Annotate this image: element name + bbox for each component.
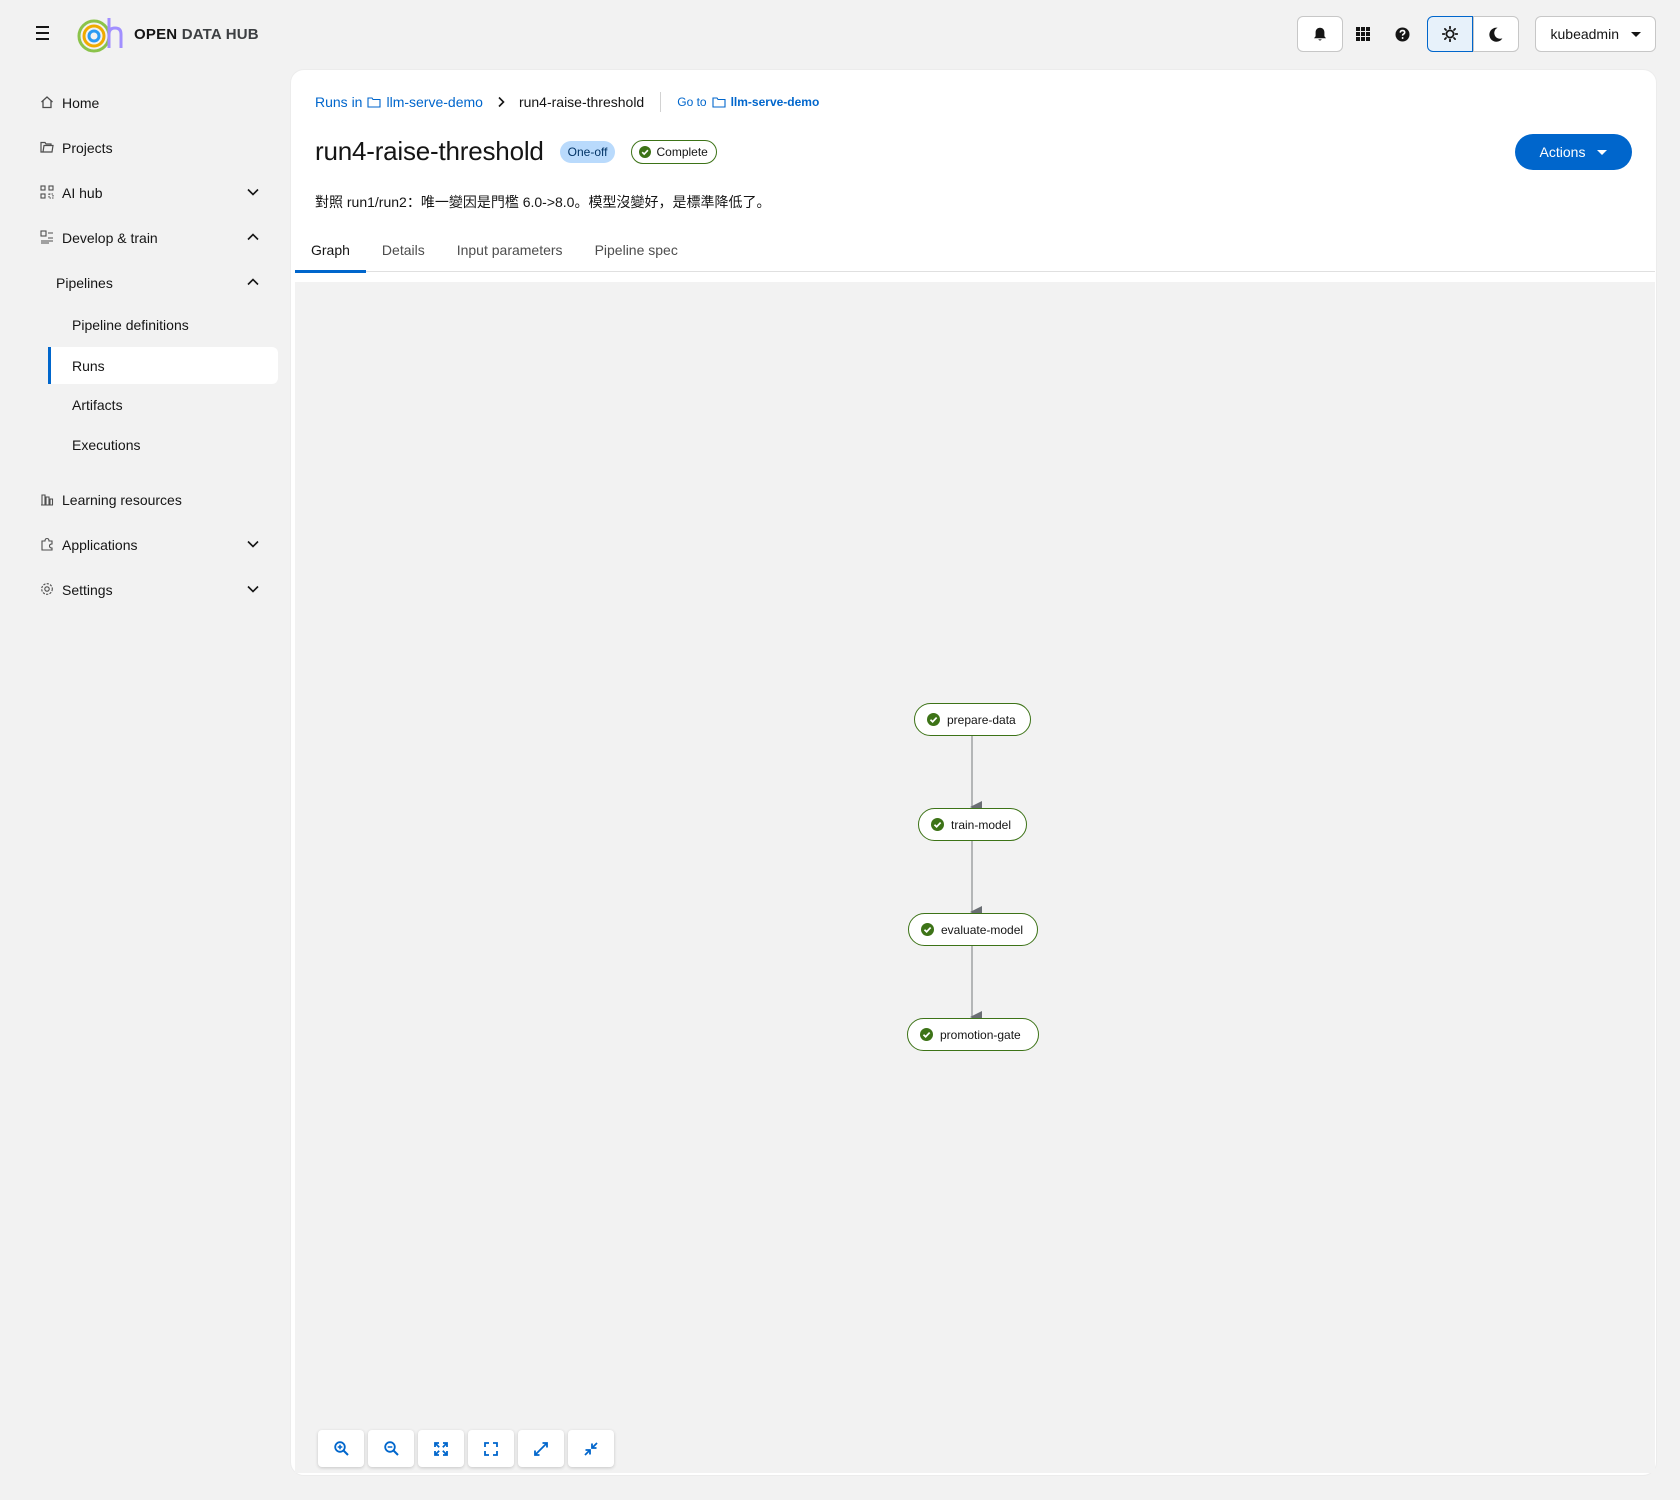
check-circle-icon (931, 818, 944, 831)
zoom-in-icon (333, 1441, 349, 1456)
graph-edges (970, 736, 982, 1023)
user-menu-toggle[interactable]: kubeadmin (1534, 16, 1656, 52)
chevron-down-icon (247, 585, 259, 593)
breadcrumb-separator-icon (497, 96, 505, 108)
project-icon (367, 97, 382, 108)
tab-graph[interactable]: Graph (295, 228, 366, 273)
sidebar-item-runs[interactable]: Runs (48, 347, 278, 384)
sidebar-nav: Home Projects AI hub Develop & train Pip… (0, 80, 290, 612)
learning-resources-icon (41, 494, 54, 506)
light-theme-button[interactable] (1426, 16, 1473, 52)
breadcrumb-divider (660, 92, 662, 112)
caret-down-icon (1597, 149, 1608, 155)
breadcrumb: Runs in llm-serve-demo run4-raise-thresh… (315, 92, 819, 112)
zoom-in-button[interactable] (318, 1430, 364, 1467)
help-button[interactable] (1383, 16, 1423, 52)
moon-icon (1488, 27, 1502, 42)
check-circle-icon (639, 145, 652, 158)
run-description: 對照 run1/run2：唯一變因是門檻 6.0->8.0。模型沒變好，是標準降… (315, 194, 771, 210)
sidebar-item-artifacts[interactable]: Artifacts (0, 385, 290, 425)
sidebar-item-settings[interactable]: Settings (0, 567, 290, 612)
pipeline-node-evaluate-model[interactable]: evaluate-model (908, 913, 1038, 946)
zoom-out-icon (383, 1441, 399, 1456)
logo[interactable]: OPEN DATA HUB (76, 14, 259, 54)
masthead-tools: kubeadmin (1296, 16, 1656, 52)
tab-pipeline-spec[interactable]: Pipeline spec (579, 228, 694, 272)
sidebar-item-ai-hub[interactable]: AI hub (0, 170, 290, 215)
help-icon (1395, 27, 1410, 41)
title-row: run4-raise-threshold One-off Complete (315, 136, 717, 167)
expand-icon (534, 1441, 548, 1456)
sun-icon (1441, 26, 1458, 42)
menu-icon[interactable] (32, 22, 54, 44)
ai-hub-icon (40, 185, 54, 199)
project-icon (712, 97, 726, 108)
breadcrumb-current: run4-raise-threshold (518, 94, 645, 110)
fit-to-screen-button[interactable] (418, 1430, 464, 1467)
pipeline-graph-canvas[interactable]: prepare-data train-model evaluate-model … (295, 282, 1655, 1473)
bell-icon (1313, 27, 1326, 40)
puzzle-icon (41, 537, 53, 551)
check-circle-icon (921, 923, 934, 936)
sidebar-item-pipeline-definitions[interactable]: Pipeline definitions (0, 305, 290, 345)
home-icon (41, 96, 53, 109)
breadcrumb-runs-link[interactable]: Runs in llm-serve-demo (315, 94, 483, 110)
grid-icon (1355, 27, 1370, 41)
tab-input-parameters[interactable]: Input parameters (441, 228, 579, 272)
odh-logo-icon (77, 18, 123, 53)
check-circle-icon (920, 1028, 933, 1041)
gear-icon (41, 583, 53, 595)
user-name: kubeadmin (1550, 26, 1620, 42)
fit-to-screen-icon (434, 1441, 448, 1456)
sidebar-item-develop-train[interactable]: Develop & train (0, 215, 290, 260)
run-tabs: Graph Details Input parameters Pipeline … (295, 228, 1655, 273)
goto-project-link[interactable]: Go to llm-serve-demo (677, 95, 819, 109)
caret-down-icon (1631, 31, 1641, 37)
folder-icon (40, 141, 54, 153)
logo-text: OPEN DATA HUB (134, 25, 259, 43)
sidebar-item-projects[interactable]: Projects (0, 125, 290, 170)
dark-theme-button[interactable] (1472, 16, 1519, 52)
sidebar-item-applications[interactable]: Applications (0, 522, 290, 567)
theme-toggle (1426, 16, 1519, 52)
reset-view-icon (484, 1441, 498, 1456)
graph-controls (318, 1430, 614, 1467)
sidebar-item-pipelines[interactable]: Pipelines (0, 260, 290, 305)
run-details-page: Runs in llm-serve-demo run4-raise-thresh… (290, 69, 1657, 1476)
pipeline-node-promotion-gate[interactable]: promotion-gate (907, 1018, 1039, 1051)
pipeline-node-train-model[interactable]: train-model (918, 808, 1027, 841)
expand-button[interactable] (518, 1430, 564, 1467)
develop-train-icon (40, 230, 53, 244)
sidebar-item-learning-resources[interactable]: Learning resources (0, 477, 290, 522)
sidebar-item-executions[interactable]: Executions (0, 425, 290, 465)
chevron-down-icon (247, 188, 259, 196)
masthead: OPEN DATA HUB kubeadmin (0, 0, 1680, 68)
status-badge: Complete (631, 139, 717, 164)
page-title: run4-raise-threshold (315, 136, 544, 166)
collapse-button[interactable] (568, 1430, 614, 1467)
sidebar-item-home[interactable]: Home (0, 80, 290, 125)
notifications-button[interactable] (1296, 16, 1343, 52)
chevron-up-icon (247, 233, 259, 241)
tab-details[interactable]: Details (366, 228, 441, 272)
reset-view-button[interactable] (468, 1430, 514, 1467)
chevron-up-icon (247, 278, 259, 286)
chevron-down-icon (247, 540, 259, 548)
run-type-badge: One-off (559, 140, 616, 163)
actions-button[interactable]: Actions (1515, 134, 1632, 170)
pipeline-node-prepare-data[interactable]: prepare-data (914, 703, 1031, 736)
check-circle-icon (927, 713, 940, 726)
app-launcher-button[interactable] (1343, 16, 1383, 52)
collapse-icon (584, 1441, 598, 1456)
zoom-out-button[interactable] (368, 1430, 414, 1467)
